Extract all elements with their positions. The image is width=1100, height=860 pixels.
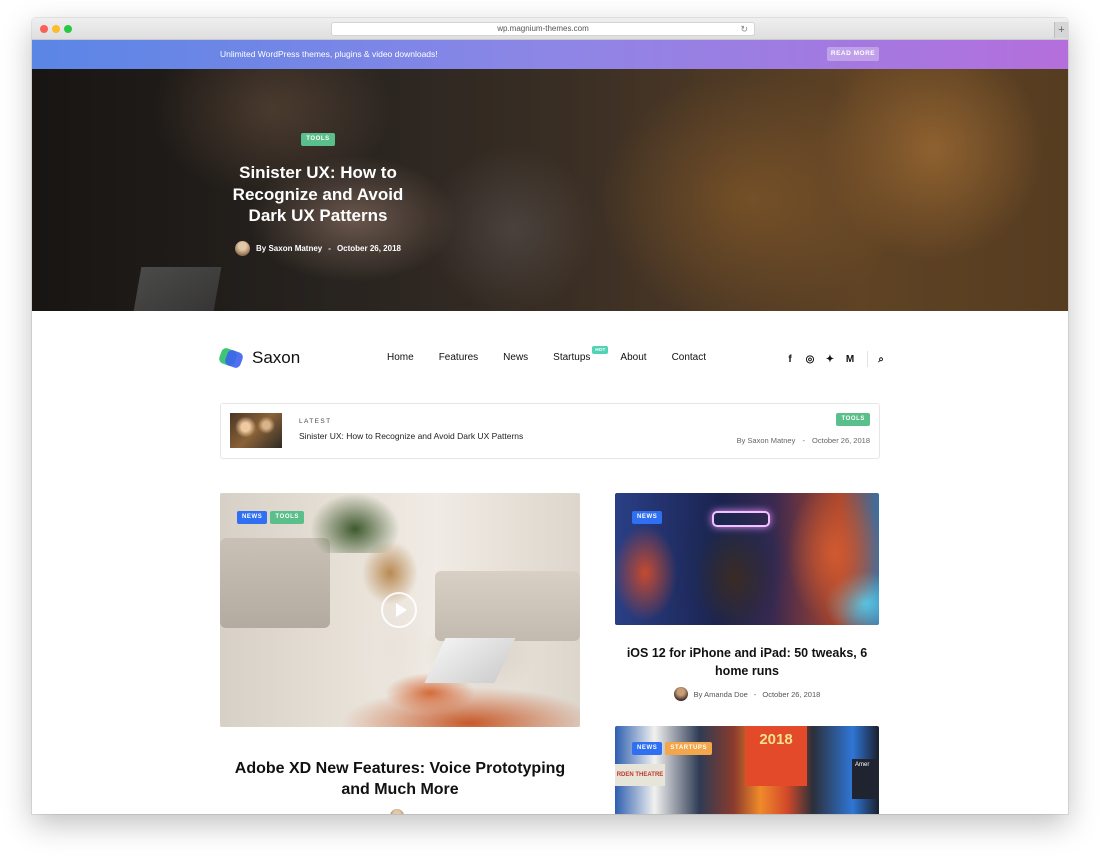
- latest-thumbnail[interactable]: [230, 413, 282, 448]
- hero-content: TOOLS Sinister UX: How to Recognize and …: [218, 127, 418, 256]
- nav-item-home[interactable]: Home: [387, 352, 414, 363]
- browser-toolbar: wp.magnium-themes.com ↻ +: [32, 18, 1068, 40]
- promo-text: Unlimited WordPress themes, plugins & vi…: [220, 49, 438, 59]
- hero-title[interactable]: Sinister UX: How to Recognize and Avoid …: [218, 162, 418, 227]
- tag-tools[interactable]: TOOLS: [270, 511, 304, 524]
- meta-separator: -: [328, 243, 331, 253]
- hero-banner[interactable]: TOOLS Sinister UX: How to Recognize and …: [32, 69, 1068, 311]
- latest-category-tag[interactable]: TOOLS: [836, 413, 870, 426]
- city-card-image[interactable]: 2018 RDEN THEATRE Amer NEWS STARTUPS: [615, 726, 879, 814]
- latest-title[interactable]: Sinister UX: How to Recognize and Avoid …: [299, 431, 523, 441]
- new-tab-button[interactable]: +: [1054, 22, 1068, 38]
- medium-icon[interactable]: M: [845, 354, 855, 365]
- main-card-title[interactable]: Adobe XD New Features: Voice Prototyping…: [220, 758, 580, 800]
- close-window-icon[interactable]: [40, 25, 48, 33]
- ios-card-image[interactable]: NEWS: [615, 493, 879, 625]
- ios-card-meta: By Amanda Doe - October 26, 2018: [615, 687, 879, 701]
- latest-label: LATEST: [299, 418, 332, 425]
- hot-badge: HOT: [592, 346, 609, 354]
- image-sign: 2018: [745, 726, 807, 786]
- instagram-icon[interactable]: ◎: [805, 354, 815, 365]
- facebook-icon[interactable]: f: [785, 354, 795, 365]
- hero-date: October 26, 2018: [336, 243, 401, 253]
- main-card-meta: [220, 809, 580, 814]
- search-icon[interactable]: ⌕: [876, 354, 886, 365]
- author-avatar: [390, 809, 404, 814]
- nav-item-news[interactable]: News: [503, 352, 528, 363]
- main-card-image[interactable]: NEWS TOOLS: [220, 493, 580, 727]
- hero-author[interactable]: By Saxon Matney: [256, 244, 322, 253]
- latest-date: October 26, 2018: [812, 436, 870, 445]
- tag-news[interactable]: NEWS: [237, 511, 268, 524]
- image-laptop: [424, 638, 516, 683]
- ios-card-tags: NEWS: [632, 511, 663, 524]
- social-links: f ◎ ✦ M ⌕: [785, 351, 896, 367]
- image-plant: [310, 493, 400, 553]
- author-avatar: [235, 240, 251, 256]
- zoom-window-icon[interactable]: [64, 25, 72, 33]
- image-sofa-2: [435, 571, 580, 641]
- address-bar-url: wp.magnium-themes.com: [497, 24, 589, 33]
- latest-meta: By Saxon Matney - October 26, 2018: [737, 436, 870, 445]
- twitter-icon[interactable]: ✦: [825, 354, 835, 365]
- tag-startups[interactable]: STARTUPS: [665, 742, 713, 755]
- main-card-tags: NEWS TOOLS: [237, 511, 304, 524]
- reload-icon[interactable]: ↻: [740, 23, 748, 35]
- meta-separator: -: [802, 436, 805, 445]
- nav-item-startups[interactable]: Startups HOT: [553, 346, 609, 363]
- tag-news[interactable]: NEWS: [632, 511, 663, 524]
- nav-item-about[interactable]: About: [620, 352, 646, 363]
- hero-overlay: [32, 69, 1068, 311]
- city-card-tags: NEWS STARTUPS: [632, 742, 713, 755]
- read-more-button[interactable]: READ MORE: [827, 47, 879, 61]
- latest-author[interactable]: By Saxon Matney: [737, 436, 796, 445]
- nav-item-startups-label: Startups: [553, 352, 591, 363]
- image-sign-3: Amer: [852, 759, 879, 799]
- ios-author[interactable]: By Amanda Doe: [694, 690, 748, 699]
- latest-post-bar[interactable]: LATEST Sinister UX: How to Recognize and…: [220, 403, 880, 459]
- nav-item-features[interactable]: Features: [439, 352, 478, 363]
- nav-item-contact[interactable]: Contact: [672, 352, 706, 363]
- logo-text: Saxon: [252, 348, 301, 367]
- minimize-window-icon[interactable]: [52, 25, 60, 33]
- hero-category-tag[interactable]: TOOLS: [301, 133, 335, 146]
- meta-separator: -: [753, 689, 757, 699]
- hero-meta: By Saxon Matney - October 26, 2018: [218, 240, 418, 256]
- address-bar[interactable]: wp.magnium-themes.com ↻: [331, 22, 755, 36]
- tag-news[interactable]: NEWS: [632, 742, 663, 755]
- play-video-icon[interactable]: [381, 592, 417, 628]
- header-divider: [867, 351, 868, 367]
- image-sign-2: RDEN THEATRE: [615, 764, 665, 786]
- browser-window: wp.magnium-themes.com ↻ + Unlimited Word…: [32, 18, 1068, 814]
- author-avatar: [673, 687, 688, 701]
- site-logo[interactable]: Saxon: [217, 346, 301, 370]
- ios-card-title[interactable]: iOS 12 for iPhone and iPad: 50 tweaks, 6…: [615, 644, 879, 680]
- logo-icon: [217, 346, 245, 370]
- ios-date: October 26, 2018: [762, 689, 821, 699]
- promo-bar: Unlimited WordPress themes, plugins & vi…: [32, 40, 1068, 69]
- image-glasses: [712, 511, 770, 527]
- main-nav: Home Features News Startups HOT About Co…: [387, 346, 731, 363]
